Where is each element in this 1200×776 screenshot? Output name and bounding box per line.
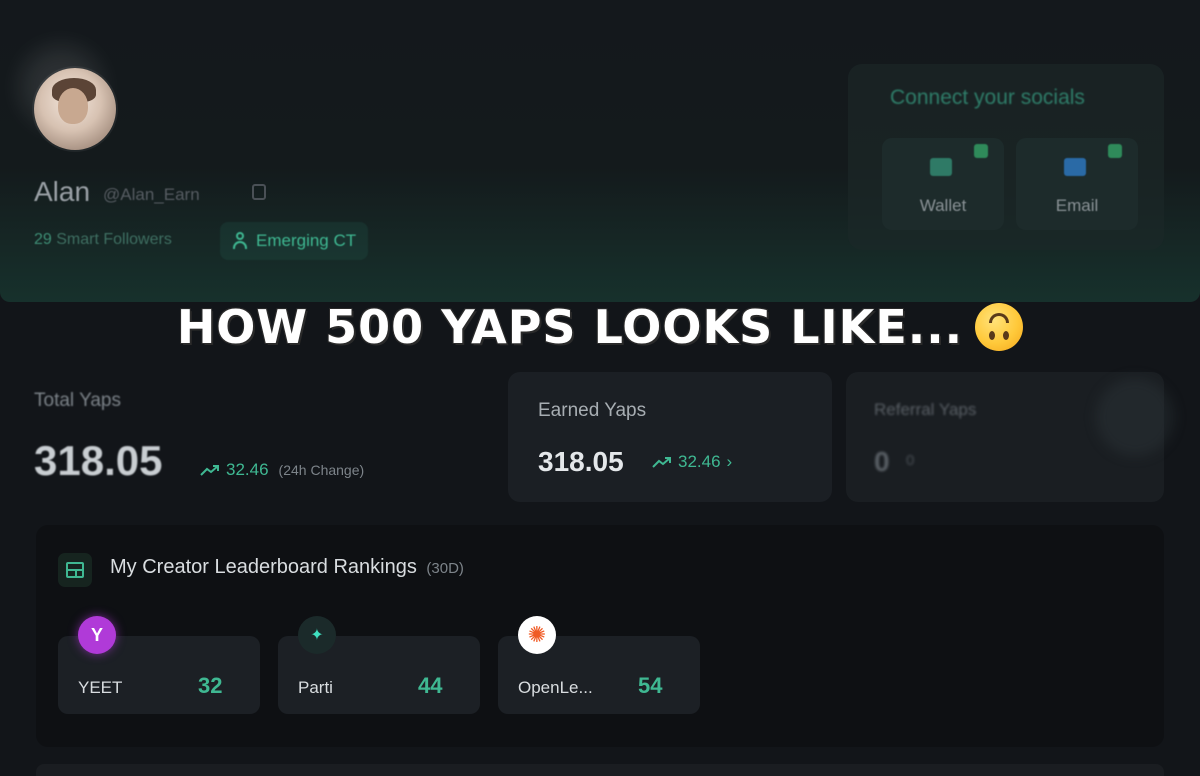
connect-socials-title: Connect your socials [890, 86, 1085, 109]
caption-text: HOW 500 YAPS LOOKS LIKE... [176, 300, 964, 354]
referral-yaps-value: 0 [874, 446, 890, 477]
decorative-blob [1096, 378, 1174, 456]
yeet-logo-icon: Y [78, 616, 116, 654]
chevron-right-icon[interactable]: › [727, 452, 733, 472]
ranking-value: 54 [638, 673, 663, 698]
status-badge: Emerging CT [220, 222, 369, 260]
referral-yaps-card[interactable]: Referral Yaps 0 0 [846, 372, 1174, 502]
earned-yaps-change-value: 32.46 [678, 452, 721, 471]
earned-yaps-label: Earned Yaps [538, 400, 647, 421]
avatar-face [58, 88, 88, 124]
connect-socials-card: Connect your socials Wallet Email [848, 64, 1164, 250]
ranking-name: Parti [298, 678, 333, 697]
emoji-eye [1003, 331, 1010, 340]
ranking-value: 44 [418, 673, 443, 698]
change-period-label: (24h Change) [278, 462, 365, 478]
upside-down-face-icon [975, 303, 1024, 351]
ranking-card-openledger[interactable]: ✺ OpenLe... 54 [498, 616, 700, 714]
layout-grid-icon [66, 562, 84, 578]
ranking-name: OpenLe... [518, 678, 593, 697]
person-icon [232, 232, 248, 250]
leaderboard-title-text: My Creator Leaderboard Rankings [110, 556, 417, 578]
parti-logo-icon: ✦ [298, 616, 336, 654]
leaderboard-icon [58, 553, 92, 587]
leaderboard-title: My Creator Leaderboard Rankings (30D) [110, 556, 464, 579]
emoji-eye [989, 331, 996, 340]
referral-yaps-label: Referral Yaps [874, 400, 977, 419]
ranking-name: YEET [78, 678, 123, 697]
earned-yaps-value: 318.05 [538, 446, 624, 477]
mail-icon [1064, 158, 1086, 176]
next-section-edge [36, 764, 1164, 776]
user-handle[interactable]: @Alan_Earn [103, 185, 200, 205]
trend-up-icon [200, 465, 219, 476]
emoji-mouth [989, 313, 1010, 323]
ranking-card-yeet[interactable]: Y YEET 32 [58, 616, 260, 714]
connect-wallet-button[interactable]: Wallet [882, 138, 1004, 230]
earned-yaps-change: 32.46 › [652, 452, 732, 472]
ranking-card-parti[interactable]: ✦ Parti 44 [278, 616, 480, 714]
wallet-icon [930, 158, 952, 176]
total-yaps-change-value: 32.46 [226, 460, 269, 479]
leaderboard-panel: My Creator Leaderboard Rankings (30D) Y … [36, 525, 1164, 747]
trend-up-icon [652, 457, 671, 468]
profile-panel: Alan @Alan_Earn 29 Smart Followers Emerg… [0, 0, 1200, 302]
referral-yaps-change: 0 [906, 452, 915, 469]
octopus-logo-icon: ✺ [518, 616, 556, 654]
total-yaps-change: 32.46 (24h Change) [200, 460, 364, 480]
check-icon [1108, 144, 1122, 158]
status-badge-label: Emerging CT [256, 231, 357, 250]
wallet-label: Wallet [919, 196, 967, 215]
smart-followers-count: 29 [34, 231, 52, 248]
total-yaps-label: Total Yaps [34, 390, 121, 411]
meme-caption: HOW 500 YAPS LOOKS LIKE... [0, 300, 1200, 354]
check-icon [974, 144, 988, 158]
ranking-value: 32 [198, 673, 223, 698]
connect-email-button[interactable]: Email [1016, 138, 1138, 230]
smart-followers[interactable]: 29 Smart Followers [34, 231, 172, 249]
copy-icon[interactable] [252, 184, 266, 200]
earned-yaps-card[interactable]: Earned Yaps 318.05 32.46 › [508, 372, 832, 502]
avatar[interactable] [34, 68, 116, 150]
user-name: Alan [34, 176, 91, 207]
smart-followers-label: Smart Followers [56, 231, 172, 248]
total-yaps-value: 318.05 [34, 437, 163, 484]
leaderboard-period: (30D) [426, 560, 464, 577]
email-label: Email [1055, 196, 1099, 215]
